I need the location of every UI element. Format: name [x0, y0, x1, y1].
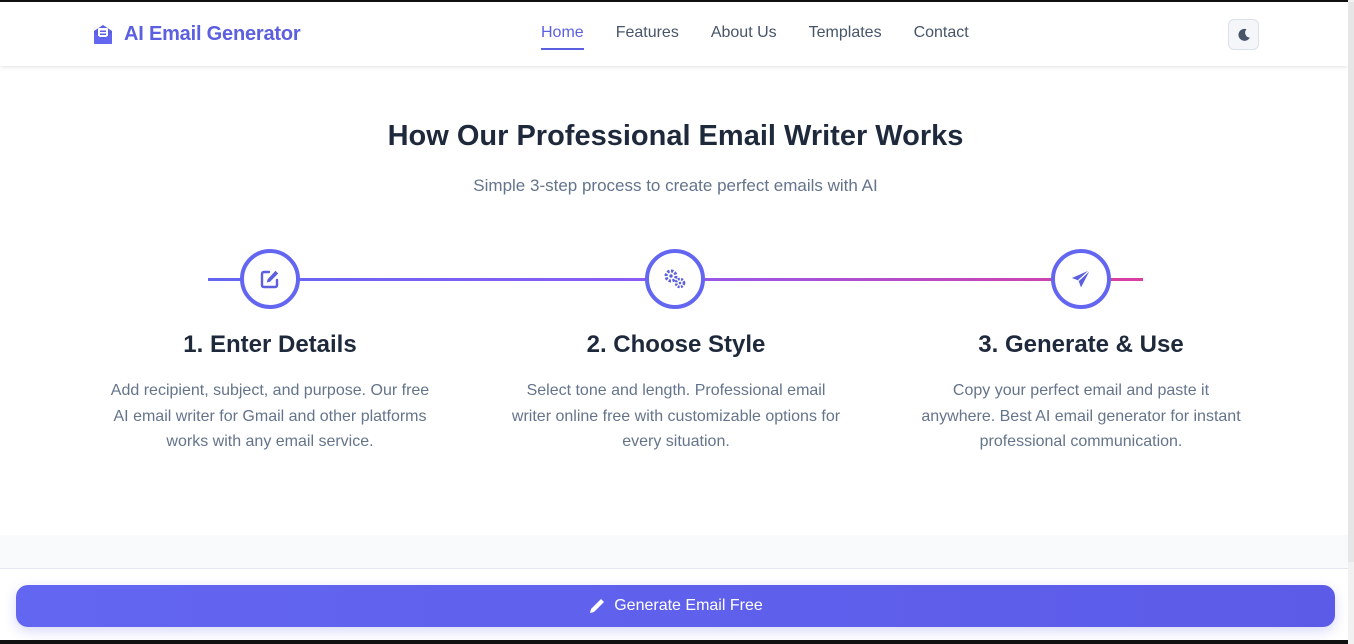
section-title: How Our Professional Email Writer Works	[387, 120, 964, 152]
main-nav: Home Features About Us Templates Contact	[541, 24, 969, 50]
step-1-circle	[240, 249, 300, 309]
nav-templates[interactable]: Templates	[809, 24, 882, 50]
step-1-line-3: works with any email service.	[166, 433, 374, 450]
site-header: AI Email Generator Home Features About U…	[0, 2, 1348, 66]
nav-contact[interactable]: Contact	[914, 24, 969, 50]
step-2-title: 2. Choose Style	[586, 331, 766, 358]
step-3-description: Copy your perfect email and paste it any…	[896, 378, 1266, 455]
step-3-circle	[1051, 249, 1111, 309]
nav-about-us[interactable]: About Us	[711, 24, 777, 50]
step-3-title: 3. Generate & Use	[978, 331, 1184, 358]
brand-name: AI Email Generator	[124, 22, 301, 45]
edit-icon	[260, 270, 279, 289]
step-2-line-2: writer online free with customizable opt…	[511, 407, 841, 425]
nav-features[interactable]: Features	[616, 24, 679, 50]
envelope-icon	[94, 25, 112, 44]
step-1-title: 1. Enter Details	[183, 331, 357, 358]
nav-home[interactable]: Home	[541, 24, 584, 50]
send-icon	[1072, 269, 1091, 288]
gears-icon	[664, 269, 686, 289]
brand-logo-link[interactable]: AI Email Generator	[90, 21, 301, 47]
generate-email-label: Generate Email Free	[614, 597, 763, 614]
moon-icon	[1237, 28, 1250, 41]
step-1-line-2: AI email writer for Gmail and other plat…	[113, 407, 427, 425]
step-1-description: Add recipient, subject, and purpose. Our…	[85, 378, 455, 455]
bottom-border	[0, 640, 1348, 644]
scrollbar-thumb[interactable]	[1348, 2, 1354, 562]
step-3-line-1: Copy your perfect email and paste it	[952, 382, 1210, 399]
step-2-line-3: every situation.	[622, 433, 730, 450]
scrollbar[interactable]	[1348, 0, 1354, 644]
step-1-line-1: Add recipient, subject, and purpose. Our…	[110, 382, 430, 399]
section-subtitle: Simple 3-step process to create perfect …	[473, 176, 878, 195]
generate-email-button[interactable]: Generate Email Free	[16, 585, 1335, 627]
step-2-circle	[645, 249, 705, 309]
step-3-line-2: anywhere. Best AI email generator for in…	[921, 407, 1241, 425]
step-2-description: Select tone and length. Professional ema…	[491, 378, 861, 455]
step-3-line-3: professional communication.	[979, 433, 1183, 450]
theme-toggle-button[interactable]	[1228, 19, 1259, 50]
step-2-line-1: Select tone and length. Professional ema…	[526, 382, 826, 399]
pencil-icon	[590, 599, 605, 613]
